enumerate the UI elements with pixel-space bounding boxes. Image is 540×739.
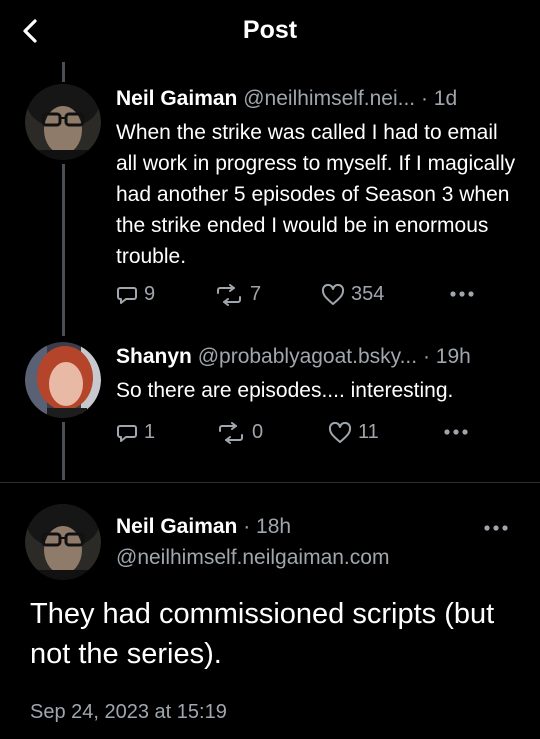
repost-count: 7	[250, 283, 262, 305]
post-header: Neil Gaiman @neilhimself.nei... · 1d	[116, 87, 457, 111]
repost-button[interactable]: 0	[216, 421, 263, 444]
divider	[0, 482, 540, 483]
top-bar: Post	[0, 0, 540, 62]
author-name[interactable]: Neil Gaiman	[116, 87, 237, 110]
like-button[interactable]: 354	[321, 283, 384, 306]
author-handle[interactable]: @neilhimself.nei...	[243, 87, 415, 110]
post-text: So there are episodes.... interesting.	[116, 379, 454, 402]
post-actions: 1 0 11	[116, 421, 516, 451]
like-count: 354	[351, 283, 385, 305]
thread-line-top	[62, 62, 65, 82]
repost-arrows-icon	[217, 283, 241, 306]
heart-icon	[328, 421, 352, 443]
reply-button[interactable]: 1	[116, 421, 155, 444]
avatar[interactable]	[25, 84, 101, 160]
post-timestamp: Sep 24, 2023 at 15:19	[30, 701, 227, 723]
post-text: When the strike was called I had to emai…	[116, 121, 516, 268]
post-time: · 1d	[420, 87, 458, 110]
like-button[interactable]: 11	[328, 421, 379, 444]
author-name[interactable]: Neil Gaiman	[116, 515, 237, 538]
avatar[interactable]	[25, 504, 101, 580]
author-handle[interactable]: @neilhimself.neilgaiman.com	[116, 546, 389, 570]
repost-count: 0	[252, 421, 264, 443]
heart-icon	[321, 283, 345, 305]
post-text: They had commissioned scripts (but not t…	[30, 598, 495, 670]
reply-count: 9	[144, 283, 156, 305]
author-handle[interactable]: @probablyagoat.bsky...	[198, 345, 417, 368]
page-title: Post	[242, 16, 298, 44]
reply-button[interactable]: 9	[116, 283, 155, 306]
thread-line-1	[62, 164, 65, 336]
post-time: · 18h	[243, 515, 292, 538]
ellipsis-icon	[484, 525, 508, 531]
more-options-button[interactable]	[482, 517, 510, 544]
post-actions: 9 7 354	[116, 283, 516, 313]
more-options-button[interactable]	[442, 421, 476, 443]
like-count: 11	[358, 421, 379, 443]
ellipsis-icon	[444, 429, 468, 435]
repost-button[interactable]: 7	[214, 283, 261, 306]
more-options-button[interactable]	[448, 283, 482, 305]
post-header: Shanyn @probablyagoat.bsky... · 19h	[116, 345, 471, 369]
post-header: Neil Gaiman · 18h	[116, 515, 291, 539]
thread-line-2	[62, 422, 65, 480]
speech-bubble-icon	[117, 286, 137, 304]
author-name[interactable]: Shanyn	[116, 345, 192, 368]
avatar[interactable]	[25, 342, 101, 418]
repost-arrows-icon	[219, 421, 243, 444]
post-time: · 19h	[422, 345, 471, 368]
reply-count: 1	[144, 421, 156, 443]
speech-bubble-icon	[117, 424, 137, 442]
ellipsis-icon	[450, 291, 474, 297]
